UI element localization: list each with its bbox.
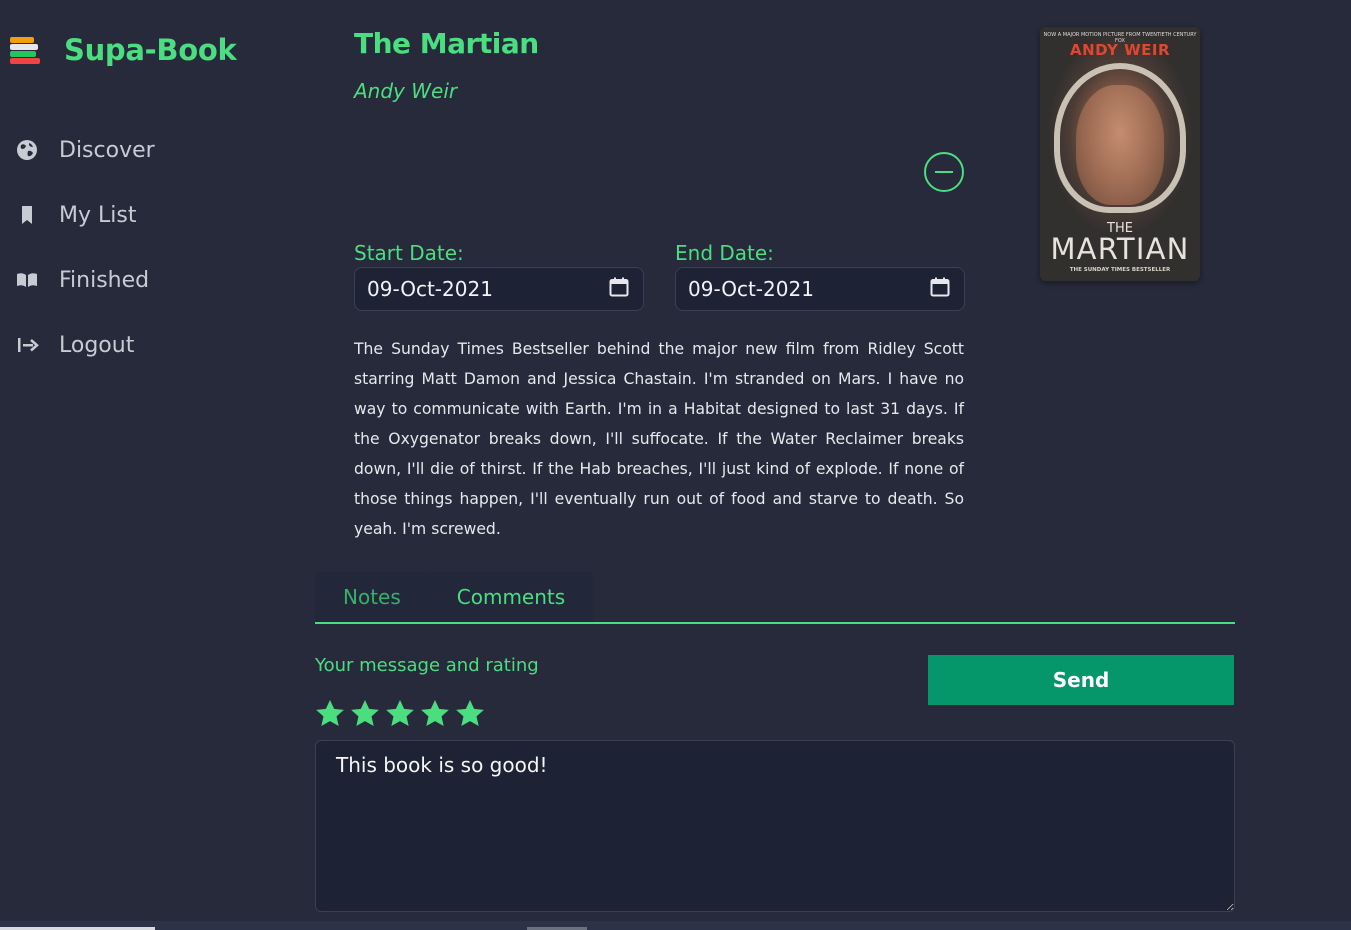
end-date-label: End Date: bbox=[675, 241, 774, 265]
tab-underline bbox=[315, 622, 1235, 624]
book-author: Andy Weir bbox=[354, 79, 458, 103]
cover-face bbox=[1076, 85, 1164, 205]
star-icon[interactable] bbox=[384, 698, 416, 730]
book-cover: NOW A MAJOR MOTION PICTURE FROM TWENTIET… bbox=[1040, 27, 1200, 281]
sidebar-item-logout[interactable]: Logout bbox=[14, 323, 155, 367]
horizontal-scrollbar[interactable] bbox=[0, 921, 1351, 930]
sidebar-item-label: Logout bbox=[59, 332, 135, 358]
star-icon[interactable] bbox=[349, 698, 381, 730]
rating-stars[interactable] bbox=[314, 698, 489, 730]
book-description: The Sunday Times Bestseller behind the m… bbox=[354, 340, 964, 538]
send-button[interactable]: Send bbox=[928, 655, 1234, 705]
cover-author: ANDY WEIR bbox=[1069, 41, 1171, 59]
brand-title: Supa-Book bbox=[64, 33, 237, 67]
start-date-group: Start Date: 09-Oct-2021 bbox=[354, 240, 644, 311]
message-rating-label: Your message and rating bbox=[315, 655, 539, 676]
brand[interactable]: Supa-Book bbox=[8, 32, 237, 68]
start-date-input[interactable]: 09-Oct-2021 bbox=[354, 267, 644, 311]
star-icon[interactable] bbox=[454, 698, 486, 730]
book-title: The Martian bbox=[354, 27, 539, 60]
end-date-value: 09-Oct-2021 bbox=[688, 277, 814, 301]
sidebar-item-label: My List bbox=[59, 202, 137, 228]
remove-from-list-button[interactable] bbox=[924, 152, 964, 192]
end-date-input[interactable]: 09-Oct-2021 bbox=[675, 267, 965, 311]
tab-notes[interactable]: Notes bbox=[315, 572, 429, 622]
start-date-label: Start Date: bbox=[354, 241, 464, 265]
sidebar-item-discover[interactable]: Discover bbox=[14, 128, 155, 172]
sidebar-item-label: Discover bbox=[59, 137, 155, 163]
star-icon[interactable] bbox=[314, 698, 346, 730]
sidebar-item-my-list[interactable]: My List bbox=[14, 193, 155, 237]
start-date-value: 09-Oct-2021 bbox=[367, 277, 493, 301]
open-book-icon bbox=[14, 267, 40, 293]
tab-comments[interactable]: Comments bbox=[428, 572, 594, 622]
books-stack-icon bbox=[8, 33, 42, 67]
calendar-icon[interactable] bbox=[609, 277, 629, 301]
end-date-group: End Date: 09-Oct-2021 bbox=[675, 240, 965, 311]
logout-icon bbox=[14, 332, 40, 358]
sidebar-nav: Discover My List Finished Logout bbox=[14, 128, 155, 388]
star-icon[interactable] bbox=[419, 698, 451, 730]
cover-title: MARTIAN bbox=[1050, 232, 1190, 266]
cover-subtitle: THE SUNDAY TIMES BESTSELLER bbox=[1069, 267, 1171, 273]
calendar-icon[interactable] bbox=[930, 277, 950, 301]
tabs: Notes Comments bbox=[315, 572, 594, 622]
globe-icon bbox=[14, 137, 40, 163]
sidebar-item-label: Finished bbox=[59, 267, 150, 293]
message-input[interactable] bbox=[315, 740, 1235, 912]
sidebar-item-finished[interactable]: Finished bbox=[14, 258, 155, 302]
bookmark-icon bbox=[14, 202, 40, 228]
